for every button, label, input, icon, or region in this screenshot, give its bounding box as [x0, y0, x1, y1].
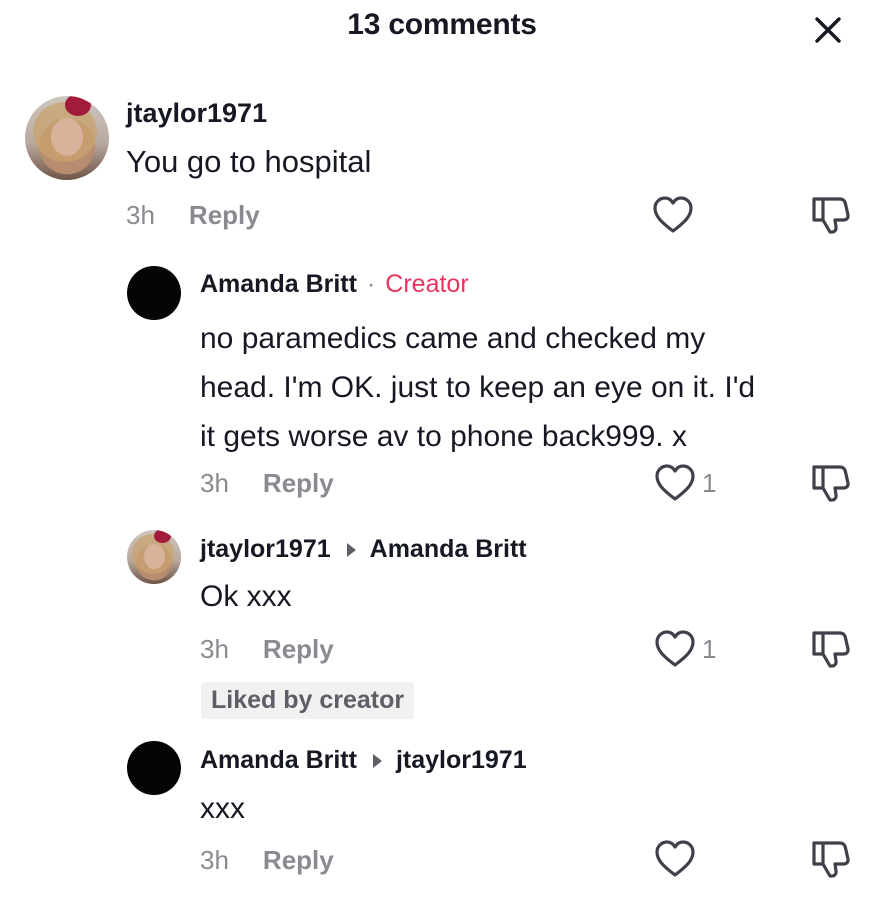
reply-button[interactable]: Reply [263, 634, 334, 665]
comment-time: 3h [200, 468, 229, 498]
reply-button[interactable]: Reply [189, 200, 260, 231]
heart-icon[interactable] [654, 840, 696, 878]
comment-username-row: jtaylor1971 Amanda Britt [200, 535, 527, 564]
close-button[interactable] [808, 10, 848, 50]
comment-username-row: Amanda Britt jtaylor1971 [200, 746, 527, 775]
separator-dot: · [366, 270, 376, 298]
like-count: 1 [702, 633, 717, 664]
heart-icon[interactable] [654, 630, 696, 668]
comment-text: no paramedics came and checked my head. … [200, 314, 755, 461]
like-button[interactable]: 1 [654, 464, 716, 502]
avatar[interactable] [127, 530, 181, 584]
comment-username[interactable]: jtaylor1971 [200, 535, 331, 564]
comment-text: Ok xxx [200, 580, 292, 613]
dislike-button[interactable] [810, 195, 854, 240]
thumbs-down-icon[interactable] [810, 195, 854, 235]
comment-time: 3h [200, 634, 229, 664]
liked-by-creator-badge: Liked by creator [201, 682, 415, 719]
heart-icon[interactable] [654, 464, 696, 502]
thumbs-down-icon[interactable] [810, 463, 854, 503]
reply-arrow-icon [346, 542, 356, 557]
dislike-button[interactable] [810, 839, 854, 884]
comment-text-line: head. I'm OK. just to keep an eye on it.… [200, 371, 756, 404]
reply-to-username[interactable]: jtaylor1971 [396, 746, 527, 775]
close-icon[interactable] [812, 14, 844, 46]
avatar[interactable] [127, 741, 181, 795]
like-button[interactable]: 1 [654, 630, 716, 668]
comment-meta: 3h Reply [200, 634, 334, 665]
comment-time: 3h [126, 200, 155, 230]
comment-text: xxx [200, 792, 245, 825]
avatar[interactable] [25, 96, 109, 180]
dislike-button[interactable] [810, 629, 854, 674]
reply-arrow-icon [372, 753, 382, 768]
avatar[interactable] [127, 266, 181, 320]
comment-username[interactable]: Amanda Britt [200, 746, 357, 775]
creator-badge: Creator [385, 270, 469, 298]
comment-meta: 3h Reply [200, 845, 334, 876]
heart-icon[interactable] [652, 196, 694, 234]
comments-count-title: 13 comments [347, 8, 537, 41]
comment-username[interactable]: Amanda Britt [200, 270, 357, 299]
reply-button[interactable]: Reply [263, 468, 334, 499]
comment-username[interactable]: jtaylor1971 [126, 98, 267, 129]
comments-panel: 13 comments jtaylor1971 You go to hospit… [0, 0, 874, 900]
dislike-button[interactable] [810, 463, 854, 508]
reply-button[interactable]: Reply [263, 845, 334, 876]
thumbs-down-icon[interactable] [810, 629, 854, 669]
like-count: 1 [702, 467, 717, 498]
thumbs-down-icon[interactable] [810, 839, 854, 879]
like-button[interactable] [652, 196, 700, 234]
comment-meta: 3h Reply [200, 468, 334, 499]
comment-username-row: Amanda Britt · Creator [200, 270, 469, 299]
like-button[interactable] [654, 840, 702, 878]
comment-meta: 3h Reply [126, 200, 260, 231]
comment-text-line: it gets worse av to phone back999. x [200, 420, 687, 453]
comment-text-line: no paramedics came and checked my [200, 322, 706, 355]
comment-time: 3h [200, 845, 229, 875]
reply-to-username[interactable]: Amanda Britt [370, 535, 527, 564]
comment-text: You go to hospital [126, 144, 372, 179]
